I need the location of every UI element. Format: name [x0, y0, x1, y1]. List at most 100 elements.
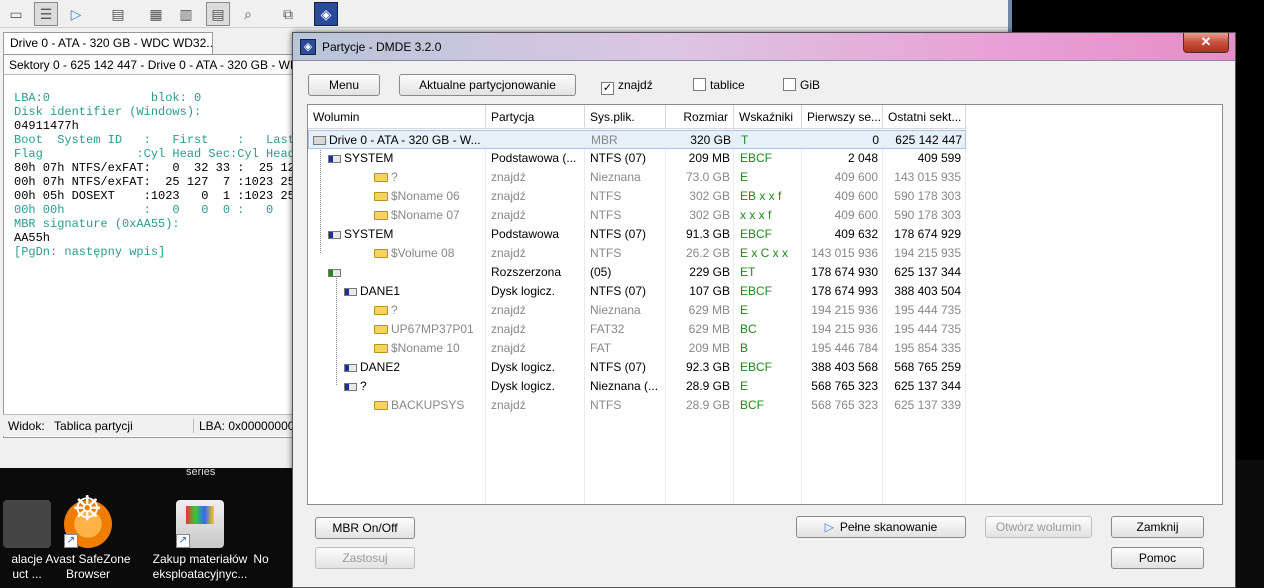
table-row[interactable]: ? znajdź Nieznana 73.0 GB E 409 600 143 015 93… [308, 168, 966, 187]
status-bar: Widok: Tablica partycji LBA: 0x00000000 … [3, 414, 303, 436]
desktop-icon-avast[interactable]: ↗ Avast SafeZone Browser [33, 500, 143, 582]
part-blue-q-icon [344, 383, 357, 391]
cell-last-sector: 195 444 735 [894, 322, 961, 336]
tables-checkbox-label: tablice [710, 78, 745, 92]
current-partitioning-button[interactable]: Aktualne partycjonowanie [399, 74, 576, 96]
table-row[interactable]: $Noname 10 znajdź FAT 209 MB B 195 446 784 195… [308, 339, 966, 358]
apply-button[interactable]: Zastosuj [315, 547, 415, 569]
cell-first-sector: 143 015 936 [811, 246, 878, 260]
hex-view-icon[interactable]: ▤ [206, 2, 230, 26]
gib-checkbox[interactable]: GiB [783, 77, 820, 93]
table-row[interactable]: Drive 0 - ATA - 320 GB - W... MBR 320 GB T 0… [308, 130, 966, 149]
partitions-table[interactable]: Wolumin Partycja Sys.plik. Rozmiar Wskaź… [307, 104, 1223, 505]
cell-first-sector: 409 600 [834, 189, 878, 203]
column-header-last-sector[interactable]: Ostatni sekt... [883, 105, 966, 129]
table-row[interactable]: $Volume 08 znajdź NTFS 26.2 GB E x C x x 143 … [308, 244, 966, 263]
list-view-icon[interactable]: ▭ [4, 2, 28, 26]
cell-filesystem: NTFS (07) [590, 284, 647, 298]
part-blue-icon [328, 231, 341, 239]
table-row[interactable]: DANE2 Dysk logicz. NTFS (07) 92.3 GB EBCF 388… [308, 358, 966, 377]
tab-drive[interactable]: Drive 0 - ATA - 320 GB - WDC WD32... [3, 32, 213, 54]
table-row[interactable]: UP67MP37P01 znajdź FAT32 629 MB BC 194 215 93… [308, 320, 966, 339]
play-icon[interactable]: ▷ [64, 2, 88, 26]
dmde-logo-icon[interactable]: ◈ [314, 2, 338, 26]
cell-volume: ? [374, 168, 484, 187]
hex-line[interactable]: [PgDn: następny wpis] [14, 245, 165, 259]
full-scan-button[interactable]: ▷ Pełne skanowanie [796, 516, 966, 538]
table-row[interactable]: Rozszerzona (05) 229 GB ET 178 674 930 625 13… [308, 263, 966, 282]
menu-button[interactable]: Menu [308, 74, 380, 96]
open-volume-button[interactable]: Otwórz wolumin [985, 516, 1092, 538]
cell-size: 28.9 GB [685, 379, 730, 393]
table-row[interactable]: $Noname 06 znajdź NTFS 302 GB EB x x f 409 60… [308, 187, 966, 206]
folder-icon [374, 249, 388, 258]
cell-filesystem: NTFS [590, 246, 622, 260]
cell-last-sector: 178 674 929 [894, 227, 961, 241]
column-header-size[interactable]: Rozmiar [666, 105, 734, 129]
found-checkbox[interactable]: ✓ znajdź [601, 77, 653, 95]
partitions-dialog: ◈ Partycje - DMDE 3.2.0 ✕ Menu Aktualne … [292, 32, 1236, 588]
table-row[interactable]: SYSTEM Podstawowa NTFS (07) 91.3 GB EBCF 409 … [308, 225, 966, 244]
partitions-icon[interactable]: ⧉ [276, 2, 300, 26]
cell-filesystem: Nieznana (... [590, 379, 659, 393]
part-blue-icon [344, 288, 357, 296]
details-view-icon[interactable]: ☰ [34, 2, 58, 26]
part-green-icon [328, 269, 341, 277]
cell-filesystem: NTFS [590, 189, 622, 203]
table-row[interactable]: DANE1 Dysk logicz. NTFS (07) 107 GB EBCF 178 … [308, 282, 966, 301]
search-icon[interactable]: ⌕ [236, 2, 260, 26]
toolbar: ▭ ☰ ▷ ▤ ▦ ▥ ▤ ⌕ ⧉ ◈ [0, 0, 1008, 28]
hex-line: 00h 00h : 0 0 0 : 0 0 [14, 203, 303, 217]
table-row[interactable]: BACKUPSYS znajdź NTFS 28.9 GB BCF 568 765 323… [308, 396, 966, 415]
gib-checkbox-label: GiB [800, 78, 821, 92]
volume-name: UP67MP37P01 [391, 322, 474, 336]
cell-volume: DANE2 [344, 358, 484, 377]
cell-partition: Dysk logicz. [491, 284, 556, 298]
cell-last-sector: 625 137 339 [894, 398, 961, 412]
column-header-flags[interactable]: Wskaźniki [734, 105, 802, 129]
hex-view[interactable]: LBA:0 blok: 0 Disk identifier (Windows):… [14, 77, 302, 273]
part-blue-icon [344, 364, 357, 372]
table-row[interactable]: SYSTEM Podstawowa (... NTFS (07) 209 MB EBCF… [308, 149, 966, 168]
column-header-partition[interactable]: Partycja [486, 105, 585, 129]
title-bar[interactable]: ◈ Partycje - DMDE 3.2.0 ✕ [293, 33, 1235, 61]
cell-first-sector: 195 446 784 [811, 341, 878, 355]
shortcut-arrow-icon: ↗ [176, 534, 190, 548]
cell-size: 629 MB [688, 322, 730, 336]
checkbox-checked-icon: ✓ [601, 82, 614, 95]
cell-first-sector: 178 674 930 [811, 265, 878, 279]
cell-filesystem: NTFS [590, 208, 622, 222]
desktop-icon-label: Browser [65, 567, 110, 581]
column-header-filesystem[interactable]: Sys.plik. [585, 105, 666, 129]
folder-icon [374, 344, 388, 353]
table-row[interactable]: $Noname 07 znajdź NTFS 302 GB x x x f 409 600… [308, 206, 966, 225]
cell-last-sector: 590 178 303 [894, 208, 961, 222]
cell-filesystem: Nieznana [590, 303, 641, 317]
tables-checkbox[interactable]: tablice [693, 77, 745, 93]
dialog-title: Partycje - DMDE 3.2.0 [322, 40, 442, 54]
cell-partition [492, 131, 584, 150]
cell-last-sector: 195 854 335 [894, 341, 961, 355]
close-icon[interactable]: ✕ [1183, 33, 1229, 53]
folder-icon [374, 211, 388, 220]
mbr-onoff-button[interactable]: MBR On/Off [315, 517, 415, 539]
volume-name: SYSTEM [344, 227, 394, 241]
table-icon[interactable]: ▦ [144, 2, 168, 26]
cell-partition: Podstawowa (... [491, 151, 577, 165]
checkbox-empty-icon [693, 78, 706, 91]
document-icon[interactable]: ▤ [106, 2, 130, 26]
close-button[interactable]: Zamknij [1111, 516, 1204, 538]
help-button[interactable]: Pomoc [1111, 547, 1204, 569]
cell-filesystem: Nieznana [590, 170, 641, 184]
table-row[interactable]: ? Dysk logicz. Nieznana (... 28.9 GB E 568 76… [308, 377, 966, 396]
cell-partition: znajdź [491, 246, 526, 260]
cell-size: 107 GB [689, 284, 730, 298]
cell-flags: EB x x f [740, 189, 782, 203]
table-row[interactable]: ? znajdź Nieznana 629 MB E 194 215 936 195 444… [308, 301, 966, 320]
cell-partition: znajdź [491, 303, 526, 317]
cell-size: 73.0 GB [685, 170, 730, 184]
desktop-icon-no[interactable]: No [226, 500, 296, 567]
column-header-volume[interactable]: Wolumin [308, 105, 486, 129]
column-header-first-sector[interactable]: Pierwszy se... [802, 105, 883, 129]
grid-icon[interactable]: ▥ [174, 2, 198, 26]
